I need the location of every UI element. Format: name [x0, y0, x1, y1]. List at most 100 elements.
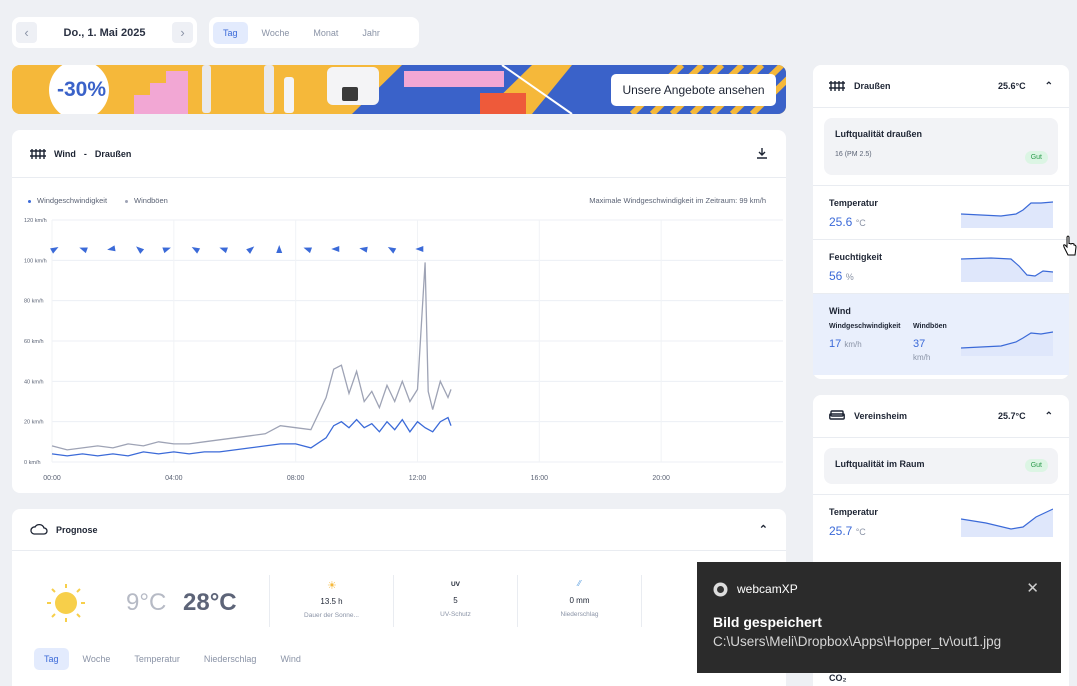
wind-direction-arrow	[107, 245, 116, 252]
chevron-left-icon: ‹	[24, 25, 29, 40]
hand-cursor-icon	[1062, 235, 1077, 264]
x-tick-label: 16:00	[531, 475, 549, 482]
wind-direction-arrow	[246, 246, 255, 254]
min-temp: 9°C	[126, 589, 167, 616]
uv-stat: UV 5 UV-Schutz	[393, 575, 517, 627]
outdoor-header[interactable]: Draußen 25.6°C ⌃	[813, 65, 1069, 108]
y-tick-label: 60 km/h	[24, 339, 44, 345]
wind-direction-arrow	[50, 247, 59, 254]
download-icon[interactable]	[756, 147, 768, 161]
wind-direction-arrow	[79, 247, 88, 254]
webcam-icon	[713, 582, 728, 602]
wind-direction-arrow	[276, 245, 283, 253]
wind-direction-arrow	[387, 247, 397, 254]
forecast-card: Prognose ⌃ 9°C 28°C ☀ 13.5 h Dauer der S…	[12, 509, 786, 686]
x-tick-label: 00:00	[43, 475, 61, 482]
forecast-title: Prognose	[56, 524, 98, 535]
chevron-up-icon[interactable]: ⌃	[1045, 81, 1053, 92]
close-icon[interactable]: ✕	[1026, 579, 1039, 597]
sunshine-stat: ☀ 13.5 h Dauer der Sonne...	[269, 575, 393, 627]
clubhouse-header[interactable]: Vereinsheim 25.7°C ⌃	[813, 395, 1069, 438]
indoor-temperature-sparkline	[961, 508, 1053, 537]
tab-year[interactable]: Jahr	[352, 22, 390, 44]
fence-icon	[30, 147, 46, 161]
forecast-tab-wind[interactable]: Wind	[270, 648, 311, 670]
aq-value: 16 (PM 2.5)	[835, 151, 872, 158]
outdoor-temperature-row[interactable]: Temperatur 25.6 °C	[813, 185, 1069, 239]
tab-week[interactable]: Woche	[252, 22, 300, 44]
outdoor-card: Draußen 25.6°C ⌃ Luftqualität draußen 16…	[813, 65, 1069, 379]
outdoor-air-quality[interactable]: Luftqualität draußen 16 (PM 2.5) Gut	[824, 118, 1058, 175]
co2-label: CO₂	[829, 673, 847, 683]
toast-message: C:\Users\Meli\Dropbox\Apps\Hopper_tv\out…	[713, 634, 1002, 649]
y-tick-label: 0 km/h	[24, 460, 41, 466]
wind-direction-arrow	[162, 247, 171, 254]
clubhouse-temperature-row[interactable]: Temperatur 25.7 °C	[813, 494, 1069, 548]
aq-title: Luftqualität im Raum	[835, 459, 925, 469]
y-tick-label: 80 km/h	[24, 299, 44, 305]
chevron-up-icon[interactable]: ⌃	[759, 523, 768, 536]
clubhouse-title: Vereinsheim	[854, 411, 908, 421]
y-tick-label: 40 km/h	[24, 379, 44, 385]
status-badge: Gut	[1024, 459, 1048, 472]
chart-location: Draußen	[94, 148, 132, 159]
x-tick-label: 20:00	[652, 475, 670, 482]
sun-icon	[46, 583, 86, 628]
wind-sparkline	[961, 331, 1053, 356]
chevron-right-icon: ›	[180, 25, 185, 40]
forecast-tab-precipitation[interactable]: Niederschlag	[194, 648, 267, 670]
max-wind-note: Maximale Windgeschwindigkeit im Zeitraum…	[589, 196, 766, 205]
outdoor-humidity-row[interactable]: Feuchtigkeit 56 %	[813, 239, 1069, 293]
y-tick-label: 20 km/h	[24, 420, 44, 426]
toast-app-name: webcamXP	[737, 582, 798, 596]
title-separator: -	[83, 148, 87, 159]
forecast-tab-day[interactable]: Tag	[34, 648, 69, 670]
sofa-icon	[829, 409, 845, 423]
x-tick-label: 08:00	[287, 475, 305, 482]
wind-direction-arrow	[331, 246, 340, 252]
max-temp: 28°C	[183, 589, 237, 616]
wind-direction-arrow	[219, 247, 228, 254]
temperature-sparkline	[961, 201, 1053, 228]
series-line-Windböen	[51, 262, 452, 451]
chevron-up-icon[interactable]: ⌃	[1045, 411, 1053, 422]
wind-direction-arrow	[303, 247, 313, 254]
sun-small-icon: ☀	[327, 580, 337, 592]
outdoor-temp: 25.6°C	[997, 81, 1026, 91]
chart-title: Wind	[54, 148, 76, 159]
forecast-tab-week[interactable]: Woche	[73, 648, 121, 670]
clubhouse-temp: 25.7°C	[997, 411, 1026, 421]
wind-chart-header: Wind - Draußen	[12, 130, 786, 178]
wind-direction-arrow	[415, 246, 424, 252]
tab-month[interactable]: Monat	[303, 22, 348, 44]
current-date: Do., 1. Mai 2025	[63, 26, 146, 39]
forecast-tabs: Tag Woche Temperatur Niederschlag Wind	[34, 648, 311, 670]
aq-title: Luftqualität draußen	[835, 129, 922, 139]
legend-wind-speed: Windgeschwindigkeit	[28, 196, 107, 205]
date-navigator: ‹ Do., 1. Mai 2025 ›	[12, 17, 197, 48]
rain-stat: ⁄⁄ 0 mm Niederschlag	[517, 575, 641, 627]
forecast-header[interactable]: Prognose ⌃	[12, 509, 786, 551]
outdoor-title: Draußen	[854, 81, 891, 91]
forecast-tab-temperature[interactable]: Temperatur	[124, 648, 190, 670]
next-day-button[interactable]: ›	[172, 22, 193, 43]
toast-title: Bild gespeichert	[713, 614, 822, 630]
previous-day-button[interactable]: ‹	[16, 22, 37, 43]
wind-direction-arrow	[136, 246, 145, 254]
promo-banner[interactable]: -30% Unsere Angebote ansehen	[12, 65, 786, 114]
tab-day[interactable]: Tag	[213, 21, 248, 44]
outdoor-wind-row[interactable]: Wind Windgeschwindigkeit Windböen 17 km/…	[813, 293, 1069, 375]
wind-line-chart: 0 km/h 20 km/h 40 km/h 60 km/h 80 km/h 100 km…	[24, 218, 783, 482]
notification-toast[interactable]: webcamXP ✕ Bild gespeichert C:\Users\Mel…	[697, 562, 1061, 673]
chart-legend: Windgeschwindigkeit Windböen	[28, 196, 168, 205]
wind-direction-arrow	[191, 247, 201, 254]
indoor-air-quality[interactable]: Luftqualität im Raum Gut	[824, 448, 1058, 484]
y-tick-label: 100 km/h	[24, 258, 47, 264]
x-tick-label: 04:00	[165, 475, 183, 482]
status-badge: Gut	[1024, 151, 1048, 164]
cloud-icon	[30, 523, 48, 537]
offers-button[interactable]: Unsere Angebote ansehen	[611, 74, 776, 106]
legend-gusts: Windböen	[125, 196, 168, 205]
series-line-Windgeschwindigkeit	[51, 416, 452, 457]
wind-direction-arrow	[359, 246, 368, 253]
